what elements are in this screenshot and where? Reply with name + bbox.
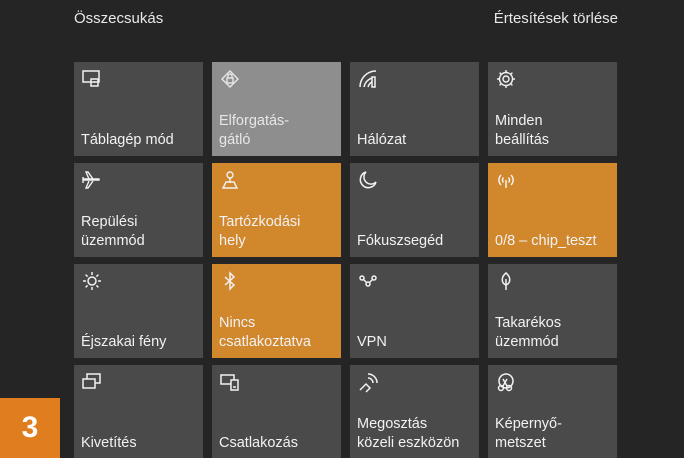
action-center-header: Összecsukás Értesítések törlése (0, 0, 684, 50)
quick-action-label: Megosztás közeli eszközön (357, 416, 460, 451)
network-icon (357, 68, 379, 90)
quick-action-night-light[interactable]: Éjszakai fény (74, 264, 203, 358)
quick-action-label: Takarékos üzemmód (495, 315, 562, 350)
collapse-link[interactable]: Összecsukás (74, 10, 163, 27)
quick-action-label: Éjszakai fény (81, 334, 167, 350)
quick-action-nearby-sharing[interactable]: Megosztás közeli eszközön (350, 365, 479, 458)
quick-action-label: VPN (357, 334, 387, 350)
quick-action-label: Tartózkodási hely (219, 214, 301, 249)
quick-action-screen-snip[interactable]: Képernyő- metszet (488, 365, 617, 458)
quick-action-airplane-mode[interactable]: Repülési üzemmód (74, 163, 203, 257)
quick-action-label: Hálózat (357, 132, 407, 148)
moon-icon (357, 169, 379, 191)
connect-devices-icon (219, 371, 241, 393)
quick-action-tablet-mode[interactable]: Táblagép mód (74, 62, 203, 156)
quick-action-label: Repülési üzemmód (81, 214, 145, 249)
quick-action-label: Képernyő- metszet (495, 416, 562, 451)
settings-gear-icon (495, 68, 517, 90)
quick-action-bluetooth[interactable]: Nincs csatlakoztatva (212, 264, 341, 358)
quick-action-label: Fókuszsegéd (357, 233, 444, 249)
figure-number-badge: 3 (0, 398, 60, 458)
quick-action-label: Csatlakozás (219, 435, 298, 451)
quick-action-location[interactable]: Tartózkodási hely (212, 163, 341, 257)
quick-action-rotation-lock[interactable]: Elforgatás- gátló (212, 62, 341, 156)
screen-snip-icon (495, 371, 517, 393)
quick-action-label: Nincs csatlakoztatva (219, 315, 311, 350)
quick-action-all-settings[interactable]: Minden beállítás (488, 62, 617, 156)
quick-action-label: 0/8 – chip_teszt (495, 233, 597, 249)
quick-action-vpn[interactable]: VPN (350, 264, 479, 358)
quick-action-connect[interactable]: Csatlakozás (212, 365, 341, 458)
airplane-icon (81, 169, 103, 191)
quick-action-label: Táblagép mód (81, 132, 174, 148)
quick-action-focus-assist[interactable]: Fókuszsegéd (350, 163, 479, 257)
rotation-lock-icon (219, 68, 241, 90)
brightness-sun-icon (81, 270, 103, 292)
location-icon (219, 169, 241, 191)
clear-notifications-link[interactable]: Értesítések törlése (494, 10, 618, 27)
battery-saver-leaf-icon (495, 270, 517, 292)
quick-action-label: Kivetítés (81, 435, 137, 451)
quick-action-label: Elforgatás- gátló (219, 113, 290, 148)
quick-action-mobile-hotspot[interactable]: 0/8 – chip_teszt (488, 163, 617, 257)
quick-action-project[interactable]: Kivetítés (74, 365, 203, 458)
bluetooth-icon (219, 270, 241, 292)
action-center-panel: Összecsukás Értesítések törlése Táblagép… (0, 0, 684, 458)
project-screens-icon (81, 371, 103, 393)
quick-action-battery-saver[interactable]: Takarékos üzemmód (488, 264, 617, 358)
vpn-icon (357, 270, 379, 292)
nearby-share-icon (357, 371, 379, 393)
quick-action-network[interactable]: Hálózat (350, 62, 479, 156)
mobile-hotspot-icon (495, 169, 517, 191)
tablet-mode-icon (81, 68, 103, 90)
quick-action-label: Minden beállítás (495, 113, 550, 148)
